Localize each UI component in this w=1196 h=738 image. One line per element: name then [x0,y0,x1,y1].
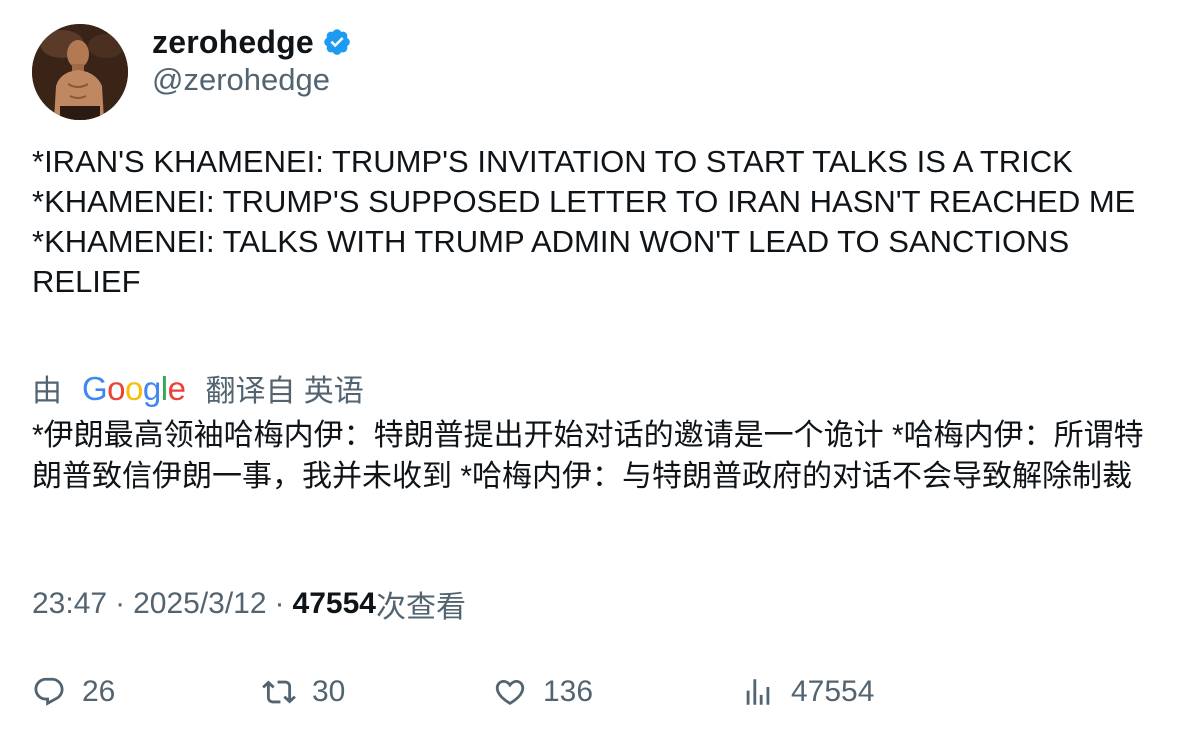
author-handle[interactable]: @zerohedge [152,62,330,98]
action-bar: 26 30 136 47554 [0,668,1196,716]
verified-badge-icon [324,29,350,55]
tweet-text: *IRAN'S KHAMENEI: TRUMP'S INVITATION TO … [32,142,1172,302]
tweet-time[interactable]: 23:47 [32,587,107,621]
tweet-card: zerohedge @zerohedge *IRAN'S KHAMENEI: T… [0,0,1196,738]
avatar-image [32,24,128,120]
translation-attribution[interactable]: 由 Google 翻译自 英语 [32,368,364,409]
analytics-icon [746,679,770,705]
reply-icon [34,677,64,706]
tweet-line: *KHAMENEI: TALKS WITH TRUMP ADMIN WON'T … [32,224,1070,299]
views-label: 次查看 [375,591,466,624]
like-button[interactable]: 136 [493,668,593,716]
translated-text: *伊朗最高领袖哈梅内伊：特朗普提出开始对话的邀请是一个诡计 *哈梅内伊：所谓特朗… [32,419,1144,493]
retweet-count: 30 [312,675,346,708]
avatar[interactable] [32,24,128,120]
views-count[interactable]: 47554 [293,587,376,621]
views-action-count: 47554 [791,675,875,708]
meta-separator: · [274,587,285,620]
tweet-line: *KHAMENEI: TRUMP'S SUPPOSED LETTER TO IR… [32,184,1136,219]
retweet-icon [262,680,296,704]
like-count: 136 [543,675,594,708]
tweet-meta: 23:47 · 2025/3/12 · 47554 次查看 [32,584,466,624]
author-name-row: zerohedge [152,22,352,62]
heart-icon [495,679,525,705]
translation-suffix: 翻译自 英语 [205,375,364,408]
author-display-name[interactable]: zerohedge [152,24,314,61]
meta-separator: · [115,587,126,620]
tweet-date[interactable]: 2025/3/12 [133,587,266,621]
google-logo: Google [82,369,186,407]
retweet-button[interactable]: 30 [262,668,345,716]
tweet-line: *IRAN'S KHAMENEI: TRUMP'S INVITATION TO … [32,144,1073,179]
reply-button[interactable]: 26 [32,668,115,716]
views-button[interactable]: 47554 [741,668,874,716]
translation-prefix: 由 [32,375,62,408]
reply-count: 26 [82,675,116,708]
